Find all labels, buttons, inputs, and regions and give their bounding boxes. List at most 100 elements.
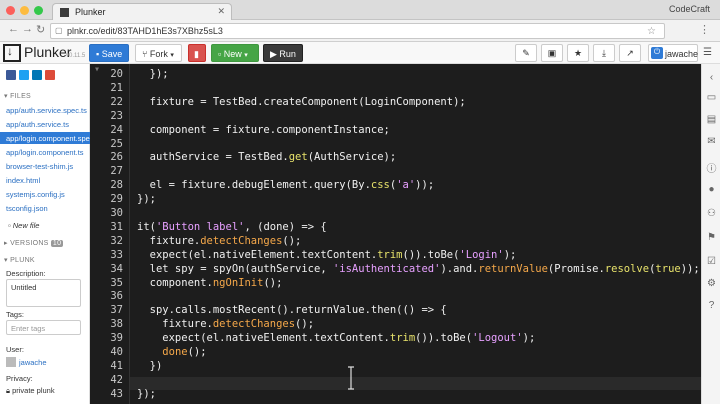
code-line[interactable]: }); bbox=[137, 388, 156, 400]
new-file-button[interactable]: ▫ New file bbox=[8, 221, 39, 230]
profile-label: CodeCraft bbox=[668, 4, 710, 14]
star-button[interactable]: ★ bbox=[567, 44, 589, 62]
user-menu-button[interactable]: ⏻ jawache bbox=[648, 44, 698, 62]
fork-button[interactable]: ⑂ Fork ▾ bbox=[135, 44, 182, 62]
briefcase-icon: ▣ bbox=[547, 48, 557, 58]
preview-icon[interactable]: ▭ bbox=[706, 92, 717, 103]
code-editor[interactable]: ▾ 20 21 22 23 24 25 26 27 28 29 30 31 32 33 34 35 36 37 38… bbox=[90, 64, 701, 404]
chevron-left-icon[interactable]: ‹ bbox=[706, 72, 717, 83]
line-number: 21 bbox=[110, 81, 123, 94]
browser-tab[interactable]: Plunker ✕ bbox=[52, 3, 232, 20]
code-line[interactable]: fixture = TestBed.createComponent(LoginC… bbox=[137, 96, 466, 108]
download-icon: ⤓ bbox=[602, 48, 606, 58]
text-cursor-icon bbox=[348, 366, 354, 390]
settings-icon[interactable]: ⚙ bbox=[706, 278, 717, 289]
plunker-logo-text[interactable]: Plunker bbox=[24, 44, 71, 60]
code-line[interactable]: it('Button label', (done) => { bbox=[137, 221, 327, 233]
code-line[interactable]: let spy = spyOn(authService, 'isAuthenti… bbox=[137, 263, 700, 275]
delete-button[interactable]: ▮ bbox=[188, 44, 206, 62]
download-button[interactable]: ⤓ bbox=[593, 44, 615, 62]
back-arrow-icon[interactable]: ← bbox=[8, 23, 19, 35]
file-item[interactable]: systemjs.config.js bbox=[6, 188, 90, 200]
files-section-header[interactable]: ▾ FILES bbox=[4, 92, 31, 100]
line-number: 22 bbox=[110, 95, 123, 108]
info-icon[interactable]: ⓘ bbox=[706, 160, 717, 175]
facebook-icon[interactable] bbox=[6, 70, 16, 80]
code-line[interactable]: expect(el.nativeElement.textContent.trim… bbox=[137, 332, 535, 344]
trash-icon: ▮ bbox=[194, 49, 199, 59]
line-number: 26 bbox=[110, 151, 123, 164]
url-input[interactable]: ▢ plnkr.co/edit/83TAHD1hE3s7XBhz5sL3 ☆ bbox=[50, 23, 665, 39]
fold-arrow-icon[interactable]: ▾ bbox=[94, 64, 100, 75]
code-line[interactable]: el = fixture.debugElement.query(By.css('… bbox=[137, 179, 435, 191]
edit-description-button[interactable]: ✎ bbox=[515, 44, 537, 62]
code-line[interactable]: fixture.detectChanges(); bbox=[137, 318, 314, 330]
version-label: v0.11.5 bbox=[66, 53, 86, 59]
address-bar: ← → ↻ ▢ plnkr.co/edit/83TAHD1hE3s7XBhz5s… bbox=[0, 20, 720, 42]
file-item[interactable]: browser-test-shim.js bbox=[6, 160, 90, 172]
open-external-button[interactable]: ↗ bbox=[619, 44, 641, 62]
url-text: plnkr.co/edit/83TAHD1hE3s7XBhz5sL3 bbox=[67, 26, 223, 36]
minimize-window-button[interactable] bbox=[20, 6, 29, 15]
browser-tab-bar: Plunker ✕ CodeCraft bbox=[0, 0, 720, 20]
user-link[interactable]: jawache bbox=[19, 358, 47, 367]
file-item[interactable]: tsconfig.json bbox=[6, 202, 90, 214]
line-number: 37 bbox=[110, 304, 123, 317]
chat-icon[interactable]: ● bbox=[706, 184, 717, 195]
code-line[interactable]: expect(el.nativeElement.textContent.trim… bbox=[137, 249, 517, 261]
file-item[interactable]: app/auth.service.ts bbox=[6, 118, 90, 130]
privacy-toggle[interactable]: 🔒︎ private plunk bbox=[6, 386, 55, 396]
fork-caret-icon[interactable]: ▾ bbox=[170, 52, 174, 59]
forward-arrow-icon[interactable]: → bbox=[22, 23, 33, 35]
power-icon: ⏻ bbox=[651, 47, 663, 59]
browser-menu-icon[interactable]: ⋮ bbox=[699, 23, 710, 36]
tags-input[interactable]: Enter tags bbox=[6, 320, 81, 335]
page-info-icon[interactable]: ▢ bbox=[55, 26, 63, 35]
checklist-icon[interactable]: ☑ bbox=[706, 256, 717, 267]
save-button[interactable]: ▪ Save bbox=[89, 44, 130, 62]
code-line[interactable]: spy.calls.mostRecent().returnValue.then(… bbox=[137, 304, 447, 316]
linkedin-icon[interactable] bbox=[32, 70, 43, 80]
hamburger-menu-icon[interactable]: ☰ bbox=[703, 47, 712, 58]
versions-section-header[interactable]: ▸ VERSIONS 10 bbox=[4, 239, 64, 247]
line-number: 35 bbox=[110, 276, 123, 289]
code-line[interactable]: done(); bbox=[137, 346, 206, 358]
code-line[interactable]: }); bbox=[137, 193, 156, 205]
description-field[interactable]: Untitled bbox=[6, 279, 81, 307]
plunk-section-header[interactable]: ▾ PLUNK bbox=[4, 256, 35, 264]
code-line[interactable]: component = fixture.componentInstance; bbox=[137, 124, 390, 136]
close-window-button[interactable] bbox=[6, 6, 15, 15]
file-item[interactable]: index.html bbox=[6, 174, 90, 186]
bookmark-star-icon[interactable]: ☆ bbox=[647, 26, 656, 37]
code-line[interactable]: fixture.detectChanges(); bbox=[137, 235, 302, 247]
line-number: 36 bbox=[110, 290, 123, 303]
briefcase-button[interactable]: ▣ bbox=[541, 44, 563, 62]
code-line[interactable]: authService = TestBed.get(AuthService); bbox=[137, 151, 397, 163]
comments-icon[interactable]: ✉ bbox=[706, 136, 717, 147]
google-plus-icon[interactable] bbox=[45, 70, 56, 80]
plunker-favicon-icon bbox=[60, 8, 69, 17]
file-item[interactable]: app/login.component.ts bbox=[6, 146, 90, 158]
plunker-logo-icon[interactable]: ↓ bbox=[3, 44, 21, 62]
run-button[interactable]: ▶ Run bbox=[263, 44, 303, 62]
reload-icon[interactable]: ↻ bbox=[36, 23, 45, 36]
file-item[interactable]: app/auth.service.spec.ts bbox=[6, 104, 90, 116]
users-icon[interactable]: ⚇ bbox=[706, 208, 717, 219]
help-icon[interactable]: ? bbox=[706, 300, 717, 311]
tab-title: Plunker bbox=[75, 7, 106, 17]
new-button[interactable]: ▫ New ▾ bbox=[211, 44, 259, 62]
user-avatar bbox=[6, 357, 16, 367]
code-line[interactable]: }) bbox=[137, 360, 163, 372]
flag-icon[interactable]: ⚑ bbox=[706, 232, 717, 243]
code-line[interactable]: component.ngOnInit(); bbox=[137, 277, 283, 289]
new-caret-icon[interactable]: ▾ bbox=[244, 52, 248, 59]
document-icon[interactable]: ▤ bbox=[706, 114, 717, 125]
code-line[interactable]: }); bbox=[137, 68, 169, 80]
line-number: 32 bbox=[110, 234, 123, 247]
file-item-active[interactable]: app/login.component.spec bbox=[0, 132, 90, 144]
close-tab-icon[interactable]: ✕ bbox=[217, 6, 225, 17]
tags-label: Tags: bbox=[6, 310, 24, 319]
line-number: 24 bbox=[110, 123, 123, 136]
twitter-icon[interactable] bbox=[19, 70, 30, 80]
maximize-window-button[interactable] bbox=[34, 6, 43, 15]
